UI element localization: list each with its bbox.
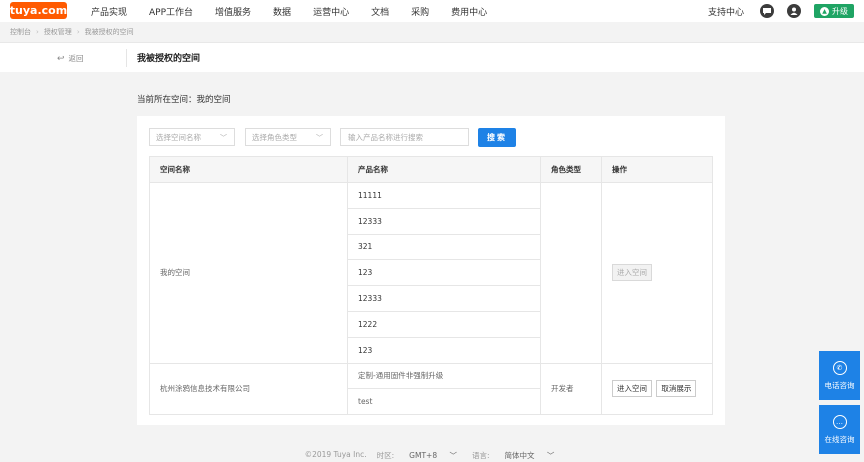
product-search-input[interactable] xyxy=(340,128,469,146)
product-name-cell: 123 xyxy=(347,259,541,287)
enter-space-button[interactable]: 进入空间 xyxy=(612,380,652,398)
search-button[interactable]: 搜索 xyxy=(478,128,516,147)
nav-item-docs[interactable]: 文档 xyxy=(371,5,389,18)
page-title: 我被授权的空间 xyxy=(137,54,201,64)
back-button[interactable]: ↩ 返回 xyxy=(57,53,84,64)
cancel-display-button[interactable]: 取消展示 xyxy=(656,380,697,398)
chevron-right-icon: › xyxy=(36,28,39,36)
nav-item-value-added[interactable]: 增值服务 xyxy=(215,5,251,18)
role-type-select[interactable]: 选择角色类型 ﹀ xyxy=(245,128,331,146)
table-row: 杭州涂鸦信息技术有限公司 定制-通用固件非强制升级 开发者 进入空间 取消展示 xyxy=(149,362,713,416)
chevron-down-icon: ﹀ xyxy=(316,134,323,142)
nav-item-app-workbench[interactable]: APP工作台 xyxy=(149,5,193,18)
chevron-down-icon: ﹀ xyxy=(220,134,227,142)
nav-item-billing[interactable]: 费用中心 xyxy=(451,5,487,18)
page-header: ↩ 返回 我被授权的空间 xyxy=(0,42,864,72)
back-arrow-icon: ↩ xyxy=(57,53,65,64)
language-select[interactable]: 简体中文 ﹀ xyxy=(500,450,560,461)
product-name-cell: 12333 xyxy=(347,285,541,312)
actions-cell: 进入空间 取消展示 xyxy=(601,362,713,416)
space-name-cell: 我的空间 xyxy=(149,182,348,364)
upgrade-arrow-icon: ▲ xyxy=(820,6,829,16)
phone-consult-button[interactable]: ✆ 电话咨询 xyxy=(819,351,860,400)
enter-space-button[interactable]: 进入空间 xyxy=(612,264,652,282)
authorized-spaces-card: 选择空间名称 ﹀ 选择角色类型 ﹀ 搜索 空间名称 产品名称 角色类型 操作 我… xyxy=(137,116,725,425)
top-navbar: tuya.com 产品实现 APP工作台 增值服务 数据 运营中心 文档 采购 … xyxy=(0,0,864,22)
col-role-type: 角色类型 xyxy=(540,156,602,183)
message-icon[interactable] xyxy=(760,4,774,18)
product-name-cell: 12333 xyxy=(347,207,541,235)
product-name-cell: 1222 xyxy=(347,310,541,338)
chevron-down-icon: ﹀ xyxy=(546,451,555,460)
breadcrumb-console[interactable]: 控制台 xyxy=(10,27,31,37)
header-divider xyxy=(126,49,127,67)
space-name-select[interactable]: 选择空间名称 ﹀ xyxy=(149,128,235,146)
copyright: ©2019 Tuya Inc. xyxy=(304,450,367,459)
timezone-select[interactable]: GMT+8 ﹀ xyxy=(404,450,462,461)
language-label: 语言: xyxy=(471,451,490,460)
timezone-label: 时区: xyxy=(376,451,395,460)
col-space-name: 空间名称 xyxy=(149,156,348,183)
breadcrumb: 控制台 › 授权管理 › 我被授权的空间 xyxy=(10,27,134,37)
main-nav: 产品实现 APP工作台 增值服务 数据 运营中心 文档 采购 费用中心 xyxy=(80,0,498,22)
role-type-cell xyxy=(540,182,602,364)
phone-icon: ✆ xyxy=(832,360,847,375)
support-center-link[interactable]: 支持中心 xyxy=(708,5,744,18)
upgrade-button[interactable]: ▲ 升级 xyxy=(814,4,854,18)
chevron-right-icon: › xyxy=(76,28,80,36)
chat-icon: … xyxy=(832,414,847,429)
chevron-down-icon: ﹀ xyxy=(449,451,457,460)
topbar-right: 支持中心 ▲ 升级 xyxy=(708,0,854,22)
nav-item-operations[interactable]: 运营中心 xyxy=(313,5,349,18)
nav-item-data[interactable]: 数据 xyxy=(273,5,291,18)
nav-item-product[interactable]: 产品实现 xyxy=(91,5,127,18)
product-name-cell: 123 xyxy=(347,336,541,364)
spaces-table: 空间名称 产品名称 角色类型 操作 我的空间 11111 进入空间 12333 … xyxy=(149,156,713,416)
product-name-cell: 定制-通用固件非强制升级 xyxy=(347,362,541,390)
breadcrumb-auth-management[interactable]: 授权管理 xyxy=(44,27,72,37)
nav-item-purchase[interactable]: 采购 xyxy=(411,5,429,18)
col-actions: 操作 xyxy=(601,156,713,183)
actions-cell: 进入空间 xyxy=(601,182,713,364)
footer: ©2019 Tuya Inc. 时区: GMT+8 ﹀ 语言: 简体中文 ﹀ xyxy=(0,450,864,461)
product-name-cell: 321 xyxy=(347,233,541,261)
table-row: 我的空间 11111 进入空间 xyxy=(149,182,713,364)
role-type-cell: 开发者 xyxy=(540,362,602,416)
current-space-label: 当前所在空间：我的空间 xyxy=(137,95,231,105)
space-name-cell: 杭州涂鸦信息技术有限公司 xyxy=(149,362,348,416)
product-name-cell: 11111 xyxy=(347,182,541,209)
table-header-row: 空间名称 产品名称 角色类型 操作 xyxy=(149,156,713,183)
breadcrumb-current: 我被授权的空间 xyxy=(84,28,134,36)
online-consult-button[interactable]: … 在线咨询 xyxy=(819,405,860,454)
tuya-logo[interactable]: tuya.com xyxy=(10,2,67,19)
product-name-cell: test xyxy=(347,388,541,416)
user-avatar-icon[interactable] xyxy=(787,4,801,18)
col-product-name: 产品名称 xyxy=(347,156,541,183)
